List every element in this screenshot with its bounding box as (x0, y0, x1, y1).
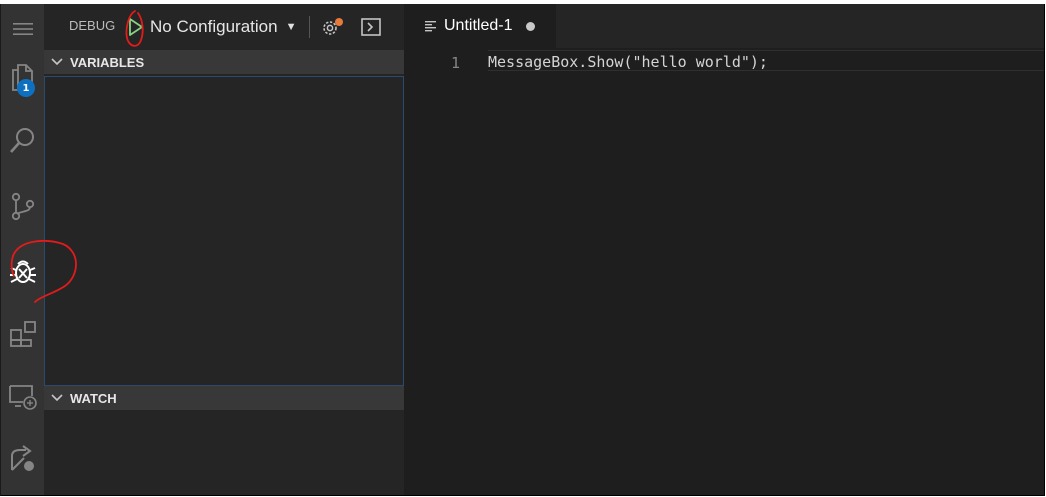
watch-list[interactable] (44, 410, 404, 495)
watch-section-header[interactable]: WATCH (44, 386, 404, 410)
chevron-down-icon (50, 57, 64, 67)
debug-title: DEBUG (69, 18, 116, 33)
activity-bar: 1 (1, 4, 44, 495)
code-line[interactable]: MessageBox.Show("hello world"); (488, 53, 768, 71)
search-icon[interactable] (1, 120, 44, 162)
play-icon (129, 18, 143, 36)
extensions-icon[interactable] (1, 312, 44, 354)
variables-tree[interactable] (44, 76, 404, 386)
chevron-down-icon (50, 393, 64, 403)
chevron-down-icon: ▼ (285, 21, 297, 33)
variables-section-title: VARIABLES (70, 54, 145, 70)
configuration-value: No Configuration (150, 17, 278, 36)
debug-console-button[interactable] (360, 16, 382, 38)
variables-section-header[interactable]: VARIABLES (44, 50, 404, 74)
configuration-select[interactable]: No Configuration ▼ (150, 14, 305, 40)
toolbar-divider (309, 16, 310, 38)
unsaved-dot-icon[interactable] (526, 21, 536, 31)
live-share-icon[interactable] (1, 438, 44, 480)
open-launch-json-button[interactable] (320, 16, 346, 38)
remote-explorer-icon[interactable] (1, 376, 44, 418)
tab-label: Untitled-1 (444, 17, 513, 34)
debug-icon[interactable] (1, 250, 44, 292)
start-debugging-button[interactable] (126, 16, 146, 38)
text-file-icon (425, 21, 436, 32)
tab-untitled-1[interactable]: Untitled-1 (404, 4, 556, 48)
code-editor[interactable]: 1 MessageBox.Show("hello world"); (404, 48, 1044, 495)
vscode-window: 1 DEBUG No Configuration ▼ VARIABLES WAT… (0, 4, 1045, 496)
explorer-badge: 1 (17, 79, 35, 97)
editor-tab-bar: Untitled-1 (404, 4, 1044, 48)
line-number: 1 (450, 54, 460, 72)
debug-side-panel: DEBUG No Configuration ▼ VARIABLES WATCH (44, 4, 404, 495)
menu-icon[interactable] (1, 8, 44, 50)
debug-toolbar: DEBUG No Configuration ▼ (44, 4, 404, 48)
gear-icon (323, 18, 343, 35)
watch-section-title: WATCH (70, 390, 117, 406)
source-control-icon[interactable] (1, 185, 44, 227)
debug-console-icon (361, 18, 381, 36)
